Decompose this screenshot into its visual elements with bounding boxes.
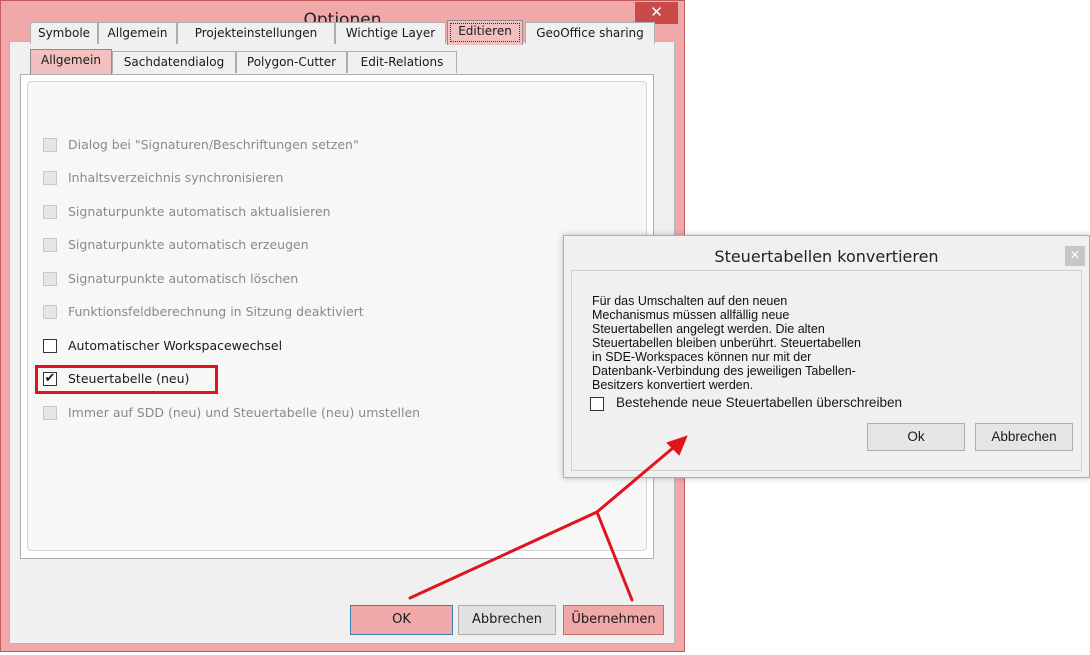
arrow-line-to-dialog <box>595 440 682 514</box>
arrow-line-from-ok <box>408 510 599 600</box>
arrow-line-from-apply <box>595 510 634 602</box>
annotation-arrows <box>408 435 688 602</box>
